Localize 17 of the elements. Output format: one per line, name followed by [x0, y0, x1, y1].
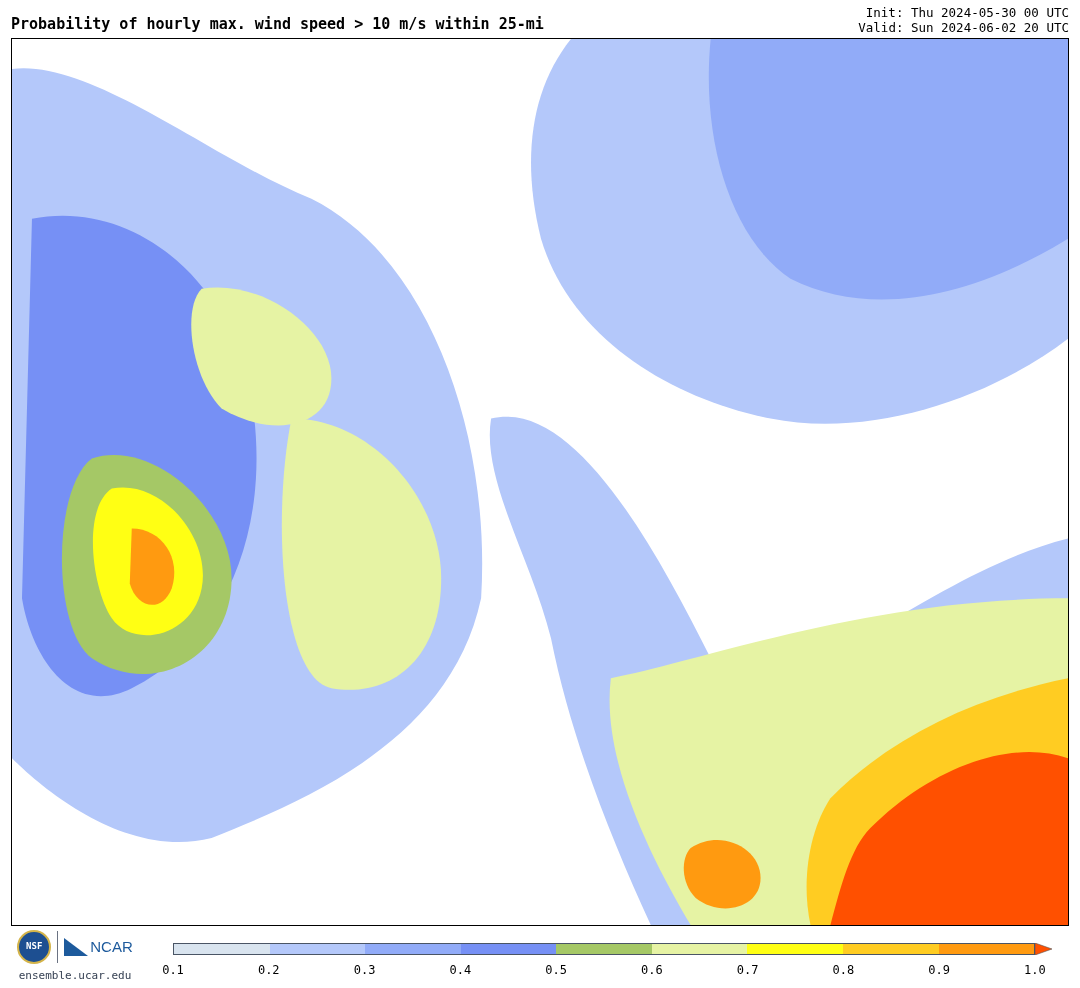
chart-title: Probability of hourly max. wind speed > 10 m/s within 25-mi: [11, 14, 544, 35]
tick-label: 0.3: [352, 962, 377, 979]
tick-label: 0.4: [448, 962, 473, 979]
tick-label: 0.2: [256, 962, 281, 979]
tick-label: 0.6: [640, 962, 664, 979]
website-url: ensemble.ucar.edu: [18, 968, 132, 984]
tick-label: 0.1: [161, 962, 185, 979]
tick-label: 0.8: [831, 962, 856, 979]
tick-label: 0.5: [544, 962, 568, 979]
nsf-logo: NSF: [17, 930, 52, 964]
tick-label: 0.7: [735, 962, 760, 979]
init-time: Init: Thu 2024-05-30 00 UTC: [865, 5, 1069, 20]
ncar-logo: NCAR: [90, 936, 133, 957]
tick-label: 0.9: [927, 962, 951, 979]
triangle-logo-icon: [64, 938, 89, 956]
valid-time: Valid: Sun 2024-06-02 20 UTC: [858, 20, 1069, 35]
tick-label: 1.0: [1023, 962, 1047, 979]
